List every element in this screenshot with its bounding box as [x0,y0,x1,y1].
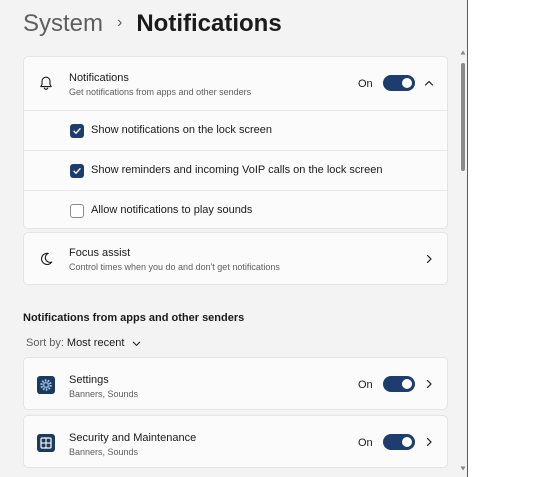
breadcrumb-system-link[interactable]: System [23,10,103,38]
notifications-state-label: On [358,78,373,90]
reminders-voip-option-row[interactable]: Show reminders and incoming VoIP calls o… [24,150,447,190]
play-sounds-checkbox[interactable] [70,204,84,218]
app-state-settings: On [358,379,373,391]
focus-assist-title: Focus assist [69,247,131,259]
notifications-subtitle: Get notifications from apps and other se… [69,87,252,97]
app-name-settings: Settings [69,374,109,386]
settings-window: System › Notifications Notifications Get… [0,0,468,477]
toggle-knob [402,437,412,447]
app-row-security-maintenance[interactable]: Security and Maintenance Banners, Sounds… [23,415,448,468]
reminders-voip-checkbox[interactable] [70,164,84,178]
app-toggle-security-maintenance[interactable] [383,434,415,450]
chevron-right-icon [422,435,436,449]
sort-label: Sort by: [26,337,64,349]
app-name-security-maintenance: Security and Maintenance [69,432,197,444]
play-sounds-option-row[interactable]: Allow notifications to play sounds [24,190,447,229]
lock-screen-option-row[interactable]: Show notifications on the lock screen [24,110,447,150]
focus-assist-card[interactable]: Focus assist Control times when you do a… [23,232,448,285]
apps-section-heading: Notifications from apps and other sender… [23,312,245,324]
security-maintenance-icon [37,434,55,452]
lock-screen-checkbox[interactable] [70,124,84,138]
play-sounds-option-label: Allow notifications to play sounds [91,204,253,216]
sort-value: Most recent [66,337,125,349]
breadcrumb: System › Notifications [23,10,282,38]
bell-icon [37,74,55,92]
app-toggle-settings[interactable] [383,376,415,392]
app-state-security-maintenance: On [358,437,373,449]
notifications-card: Notifications Get notifications from app… [23,56,448,229]
focus-assist-subtitle: Control times when you do and don't get … [69,262,280,272]
chevron-down-icon [130,337,142,349]
app-detail-settings: Banners, Sounds [69,389,139,399]
app-row-settings[interactable]: Settings Banners, Sounds On [23,357,448,410]
scroll-up-arrow-icon[interactable] [460,48,466,56]
chevron-right-icon [422,252,436,266]
app-detail-security-maintenance: Banners, Sounds [69,447,139,457]
page-title: Notifications [136,10,282,37]
vertical-scrollbar[interactable] [460,46,466,474]
toggle-knob [402,379,412,389]
gear-icon [37,376,55,394]
toggle-knob [402,78,412,88]
sort-dropdown[interactable]: Sort by: Most recent [26,337,142,349]
reminders-voip-option-label: Show reminders and incoming VoIP calls o… [91,164,383,176]
lock-screen-option-label: Show notifications on the lock screen [91,124,272,136]
scroll-down-arrow-icon[interactable] [460,464,466,472]
notifications-toggle[interactable] [383,75,415,91]
scrollbar-thumb[interactable] [461,63,465,171]
moon-icon [37,250,55,268]
chevron-right-icon [422,377,436,391]
chevron-up-icon[interactable] [421,75,437,91]
breadcrumb-separator: › [117,14,123,31]
notifications-header-row[interactable]: Notifications Get notifications from app… [24,57,447,109]
notifications-title: Notifications [69,72,129,84]
